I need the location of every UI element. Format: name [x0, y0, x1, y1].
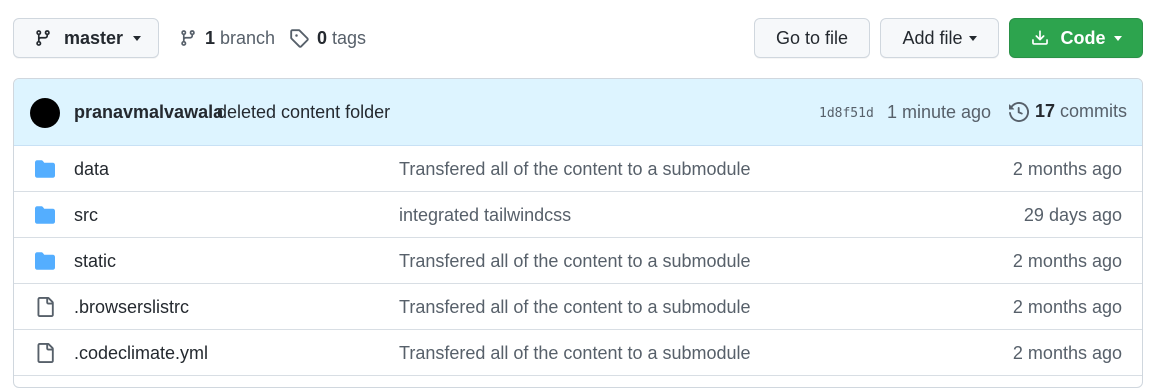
- file-commit-message[interactable]: Transfered all of the content to a submo…: [399, 297, 751, 318]
- chevron-down-icon: [1113, 35, 1122, 41]
- commit-sha[interactable]: 1d8f51d: [819, 106, 874, 121]
- file-time: 2 months ago: [1012, 297, 1122, 317]
- folder-icon: [35, 252, 55, 270]
- tags-link[interactable]: 0 tags: [289, 18, 366, 58]
- go-to-file-button[interactable]: Go to file: [754, 18, 870, 58]
- file-commit-message[interactable]: Transfered all of the content to a submo…: [399, 159, 751, 180]
- file-name[interactable]: static: [74, 251, 116, 272]
- folder-icon: [35, 206, 55, 224]
- code-label: Code: [1060, 27, 1106, 48]
- git-branch-icon: [181, 30, 195, 46]
- commit-message[interactable]: deleted content folder: [217, 102, 390, 123]
- file-commit-message[interactable]: Transfered all of the content to a submo…: [399, 343, 751, 364]
- file-name[interactable]: src: [74, 205, 98, 226]
- commit-author[interactable]: pranavmalvawala: [74, 102, 223, 123]
- file-icon: [37, 343, 54, 363]
- file-commit-message[interactable]: Transfered all of the content to a submo…: [399, 251, 751, 272]
- go-to-file-label: Go to file: [775, 27, 849, 48]
- file-time: 2 months ago: [1012, 251, 1122, 271]
- file-row: static Transfered all of the content to …: [14, 238, 1142, 284]
- branches-count: 1: [205, 27, 216, 48]
- file-row: .codeclimate.yml Transfered all of the c…: [14, 330, 1142, 376]
- file-row: src integrated tailwindcss 29 days ago: [14, 192, 1142, 238]
- file-name[interactable]: .codeclimate.yml: [74, 343, 208, 364]
- history-icon: [1009, 101, 1029, 122]
- chevron-down-icon: [133, 35, 142, 41]
- file-browser: pranavmalvawala deleted content folder 1…: [13, 78, 1143, 388]
- latest-commit-bar: pranavmalvawala deleted content folder 1…: [14, 79, 1142, 146]
- file-time: 2 months ago: [1012, 343, 1122, 363]
- git-branch-icon: [36, 30, 50, 46]
- tags-label: tags: [332, 27, 367, 48]
- file-row: data Transfered all of the content to a …: [14, 146, 1142, 192]
- add-file-label: Add file: [902, 27, 963, 48]
- file-time: 29 days ago: [1023, 205, 1122, 225]
- file-name[interactable]: .browserslistrc: [74, 297, 189, 318]
- tag-icon: [290, 29, 309, 48]
- commits-label: commits: [1060, 101, 1128, 121]
- commits-count: 17: [1035, 101, 1056, 121]
- add-file-button[interactable]: Add file: [880, 18, 999, 58]
- commit-time: 1 minute ago: [887, 102, 992, 122]
- branch-name: master: [64, 27, 124, 48]
- avatar[interactable]: [30, 98, 60, 128]
- code-button[interactable]: Code: [1009, 18, 1143, 58]
- file-name[interactable]: data: [74, 159, 109, 180]
- file-commit-message[interactable]: integrated tailwindcss: [399, 205, 571, 226]
- file-time: 2 months ago: [1012, 159, 1122, 179]
- branch-select-button[interactable]: master: [13, 18, 159, 58]
- file-icon: [37, 297, 54, 317]
- tags-count: 0: [317, 27, 328, 48]
- commits-link[interactable]: 17 commits: [1009, 101, 1127, 122]
- repo-toolbar: master 1 branch 0 tags Go to file Add fi…: [13, 18, 1143, 58]
- download-icon: [1031, 30, 1048, 45]
- file-row: .browserslistrc Transfered all of the co…: [14, 284, 1142, 330]
- branches-link[interactable]: 1 branch: [179, 18, 275, 58]
- folder-icon: [35, 160, 55, 178]
- chevron-down-icon: [968, 35, 977, 41]
- branches-label: branch: [220, 27, 276, 48]
